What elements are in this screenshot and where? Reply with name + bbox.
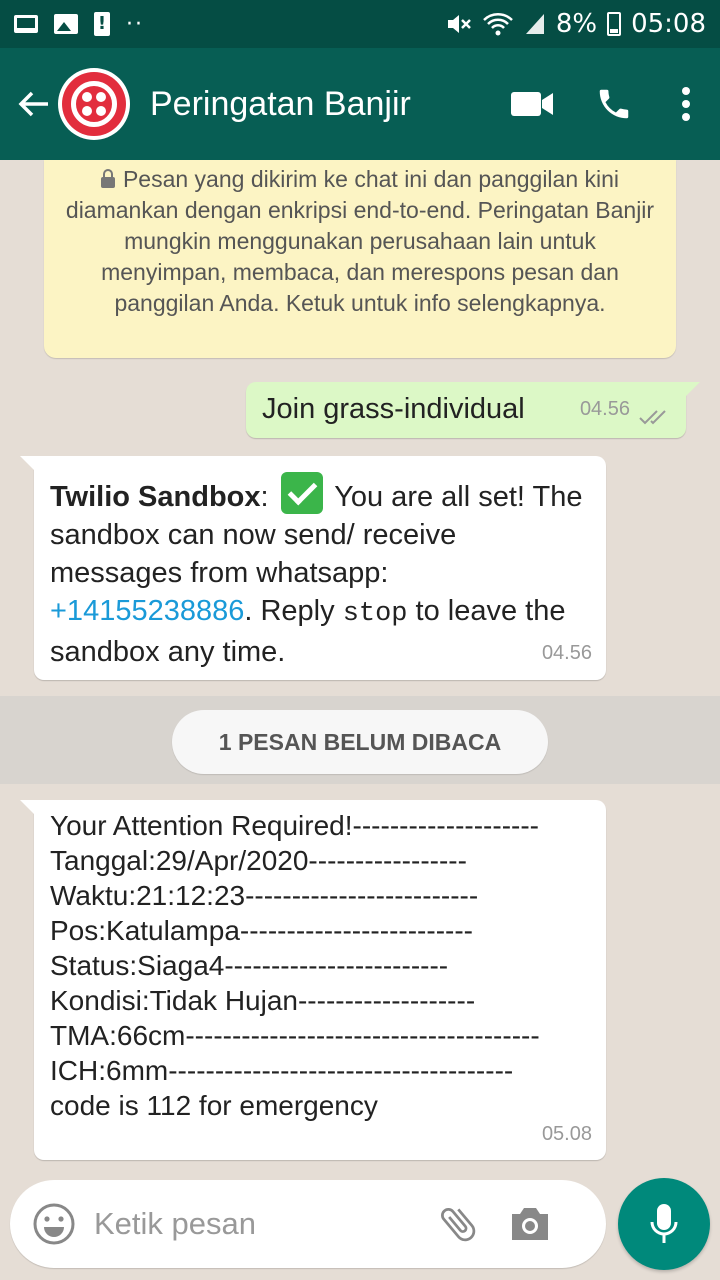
avatar[interactable] (58, 68, 130, 140)
image-icon (54, 14, 78, 34)
camera-button[interactable] (504, 1198, 556, 1250)
battery-icon (607, 12, 622, 36)
message-text-part2: . Reply (244, 595, 343, 627)
voice-call-button[interactable] (584, 74, 644, 134)
mute-icon (447, 15, 471, 33)
more-vert-icon (682, 87, 690, 121)
emoji-button[interactable] (30, 1200, 78, 1248)
message-time: 04.56 (579, 398, 630, 420)
sender-name: Twilio Sandbox (50, 481, 261, 513)
wifi-icon (482, 13, 513, 36)
phone-link[interactable]: +14155238886 (50, 595, 244, 627)
unread-messages-badge: 1 PESAN BELUM DIBACA (172, 710, 548, 774)
double-check-icon (639, 410, 666, 425)
voice-message-button[interactable] (618, 1178, 710, 1270)
back-arrow-icon (18, 91, 48, 117)
more-options-button[interactable] (666, 74, 706, 134)
contact-name[interactable]: Peringatan Banjir (150, 85, 502, 124)
lock-icon (100, 169, 115, 188)
incoming-message[interactable]: Your Attention Required!----------------… (20, 800, 606, 1160)
message-text: Join grass-individual (262, 393, 525, 425)
check-mark-emoji-icon (280, 472, 323, 514)
sender-separator: : (260, 481, 269, 513)
more-dots-icon: ·· (126, 11, 144, 37)
clock: 05:08 (631, 9, 706, 39)
message-time: 05.08 (541, 1123, 592, 1145)
camera-icon (512, 1208, 548, 1240)
message-composer (10, 1180, 606, 1268)
phone-icon (599, 89, 629, 119)
back-button[interactable] (10, 80, 58, 128)
encryption-text: Pesan yang dikirim ke chat ini dan pangg… (65, 166, 655, 316)
video-call-icon (511, 92, 553, 116)
monitor-icon (14, 15, 38, 33)
paperclip-icon (441, 1208, 476, 1242)
incoming-message[interactable]: Twilio Sandbox: You are all set! The san… (20, 456, 606, 680)
emoji-icon (33, 1203, 75, 1245)
alert-icon: ! (94, 12, 110, 36)
message-input[interactable] (94, 1206, 424, 1242)
microphone-icon (650, 1204, 678, 1243)
outgoing-message[interactable]: Join grass-individual 04.56 (246, 382, 700, 438)
signal-icon (525, 14, 544, 34)
video-call-button[interactable] (502, 74, 562, 134)
twilio-logo (62, 72, 126, 136)
chat-header: Peringatan Banjir (0, 48, 720, 160)
battery-percent: 8% (555, 9, 598, 39)
attach-button[interactable] (432, 1198, 484, 1250)
encryption-notice[interactable]: Pesan yang dikirim ke chat ini dan pangg… (44, 160, 676, 358)
message-time: 04.56 (541, 642, 592, 664)
status-bar: ! ·· 8% 05:08 (0, 0, 720, 48)
chat-area[interactable]: Pesan yang dikirim ke chat ini dan pangg… (0, 160, 720, 1180)
message-text: Your Attention Required!----------------… (50, 810, 540, 1121)
code-text: stop (342, 599, 408, 629)
